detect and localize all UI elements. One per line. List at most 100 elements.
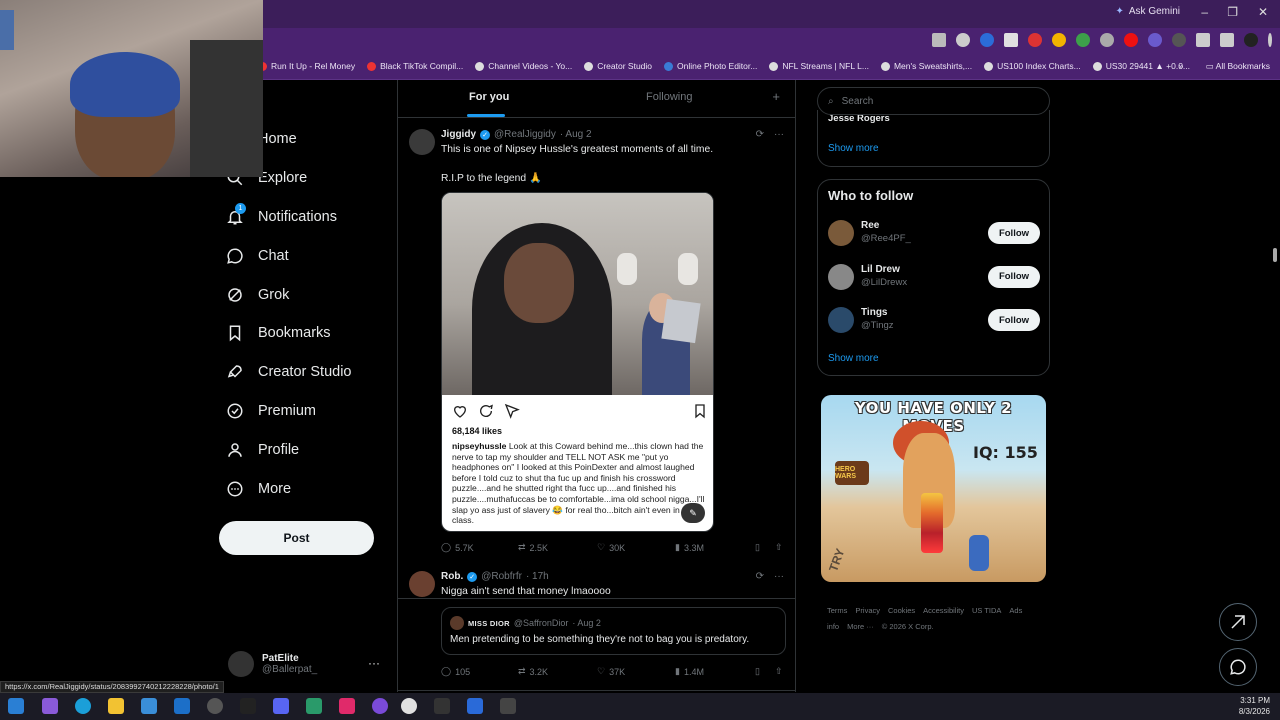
footer-link[interactable]: Accessibility (923, 606, 964, 615)
app-icon[interactable] (500, 698, 516, 714)
tweet-author-handle[interactable]: @RealJiggidy (494, 129, 556, 140)
system-clock[interactable]: 3:31 PM 8/3/2026 (1239, 695, 1270, 717)
kebab-icon[interactable] (1268, 33, 1272, 47)
extension-icon[interactable] (1148, 33, 1162, 47)
sponsored-ad-image[interactable]: YOU HAVE ONLY 2 MOVES IQ: 155 HERO WARS … (821, 395, 1046, 582)
avatar[interactable] (828, 307, 854, 333)
ask-gemini-button[interactable]: ✦ Ask Gemini (1115, 6, 1180, 17)
bookmark-item[interactable]: NFL Streams | NFL L... (769, 61, 869, 71)
avatar[interactable] (409, 571, 435, 597)
chrome-icon[interactable] (401, 698, 417, 714)
bookmark-icon[interactable]: ▯ (755, 542, 760, 553)
nav-item-premium[interactable]: Premium (218, 392, 388, 431)
follow-suggestion[interactable]: Lil Drew @LilDrewx Follow (828, 262, 1040, 292)
nav-item-notifications[interactable]: 1 Notifications (218, 198, 388, 237)
chat-float-button[interactable] (1219, 648, 1257, 686)
tweet-date[interactable]: · 17h (526, 571, 549, 582)
nav-item-profile[interactable]: Profile (218, 430, 388, 469)
like-button[interactable]: ♡ 37K (597, 666, 625, 677)
views-button[interactable]: ▮ 3.3M (675, 542, 704, 553)
avatar[interactable] (828, 220, 854, 246)
tweet-media-image[interactable]: 68,184 likes nipseyhussle Look at this C… (441, 192, 714, 532)
more-icon[interactable]: ··· (368, 656, 380, 670)
follow-suggestion[interactable]: Ree @Ree4PF_ Follow (828, 218, 1040, 248)
mail-icon[interactable] (174, 698, 190, 714)
tweet[interactable]: Rob. ✓ @Robfrfr · 17h ⟳ ··· Nigga ain't … (398, 563, 796, 691)
scrollbar-thumb[interactable] (1273, 248, 1277, 262)
follow-button[interactable]: Follow (988, 265, 1040, 288)
follow-button[interactable]: Follow (988, 222, 1040, 244)
add-tab-icon[interactable]: + (772, 89, 780, 104)
footer-link[interactable]: US TIDA (972, 606, 1001, 615)
repost-button[interactable]: ⇄ 3.2K (518, 666, 548, 677)
bookmark-icon[interactable]: ▯ (755, 666, 760, 677)
copilot-icon[interactable] (42, 698, 58, 714)
follow-suggestion[interactable]: Tings @Tingz Follow (828, 305, 1040, 335)
bookmark-item[interactable]: Creator Studio (584, 61, 652, 71)
reply-button[interactable]: ◯ 105 (441, 666, 470, 677)
discord-icon[interactable] (273, 698, 289, 714)
grok-icon[interactable]: ⟳ (756, 129, 764, 140)
tiktok-icon[interactable] (339, 698, 355, 714)
nav-item-grok[interactable]: Grok (218, 275, 388, 314)
file-explorer-icon[interactable] (108, 698, 124, 714)
share-icon[interactable]: ⇧ (775, 542, 783, 553)
page-scrollbar[interactable] (1270, 80, 1280, 692)
close-icon[interactable]: ✕ (1258, 5, 1268, 19)
grok-image-icon[interactable]: ✎ (681, 503, 705, 523)
nav-item-more[interactable]: More (218, 469, 388, 508)
nav-item-creator-studio[interactable]: Creator Studio (218, 353, 388, 392)
tab-for-you[interactable]: For you (469, 91, 509, 103)
star-icon[interactable] (956, 33, 970, 47)
nav-item-chat[interactable]: Chat (218, 236, 388, 275)
edge-icon[interactable] (75, 698, 91, 714)
app-icon[interactable] (372, 698, 388, 714)
views-button[interactable]: ▮ 1.4M (675, 666, 704, 677)
nav-item-bookmarks[interactable]: Bookmarks (218, 314, 388, 353)
minimize-icon[interactable]: – (1201, 5, 1208, 19)
avatar[interactable] (1244, 33, 1258, 47)
tab-following[interactable]: Following (646, 91, 692, 103)
tweet-author-name[interactable]: Rob. (441, 571, 463, 582)
search-input[interactable]: ⌕ Search (817, 87, 1050, 115)
post-button[interactable]: Post (219, 521, 374, 555)
bookmark-item[interactable]: US30 29441 ▲ +0.0... (1092, 61, 1190, 71)
app-icon[interactable] (306, 698, 322, 714)
account-switcher[interactable]: PatElite @Ballerpat_ ··· (228, 648, 388, 680)
show-more-link[interactable]: Show more (828, 143, 879, 154)
menu-icon[interactable] (1220, 33, 1234, 47)
more-icon[interactable]: ··· (774, 129, 784, 140)
reply-button[interactable]: ◯ 5.7K (441, 542, 474, 553)
extension-icon[interactable] (1124, 33, 1138, 47)
tweet-date[interactable]: · Aug 2 (560, 129, 592, 140)
footer-link[interactable]: More ··· (847, 622, 874, 631)
extension-icon[interactable] (1076, 33, 1090, 47)
avatar[interactable] (828, 263, 854, 290)
steam-icon[interactable] (207, 698, 223, 714)
footer-link[interactable]: Terms (827, 606, 847, 615)
extension-icon[interactable] (1004, 33, 1018, 47)
bookmark-item[interactable]: Black TikTok Compil... (367, 61, 463, 71)
bookmark-item[interactable]: Men's Sweatshirts,... (880, 61, 972, 71)
store-icon[interactable] (141, 698, 157, 714)
app-icon[interactable] (467, 698, 483, 714)
footer-link[interactable]: Privacy (855, 606, 880, 615)
epic-games-icon[interactable] (240, 698, 256, 714)
like-button[interactable]: ♡ 30K (597, 542, 625, 553)
bookmark-item[interactable]: Online Photo Editor... (664, 61, 757, 71)
tweet-author-name[interactable]: Jiggidy (441, 129, 476, 140)
footer-link[interactable]: © 2026 X Corp. (882, 622, 934, 631)
footer-link[interactable]: Cookies (888, 606, 915, 615)
puzzle-icon[interactable] (1196, 33, 1210, 47)
extension-icon[interactable] (980, 33, 994, 47)
repost-button[interactable]: ⇄ 2.5K (518, 542, 548, 553)
more-icon[interactable]: ··· (774, 571, 784, 582)
grok-icon[interactable]: ⟳ (756, 571, 764, 582)
bookmark-item[interactable]: Run It Up - Rel Money (258, 61, 355, 71)
all-bookmarks-button[interactable]: » ▭ All Bookmarks (1179, 61, 1270, 72)
show-more-link[interactable]: Show more (828, 353, 879, 364)
grok-float-button[interactable] (1219, 603, 1257, 641)
bookmarks-overflow-icon[interactable]: » (1179, 61, 1184, 71)
windows-start-icon[interactable] (8, 698, 24, 714)
restore-icon[interactable]: ❐ (1227, 5, 1238, 19)
